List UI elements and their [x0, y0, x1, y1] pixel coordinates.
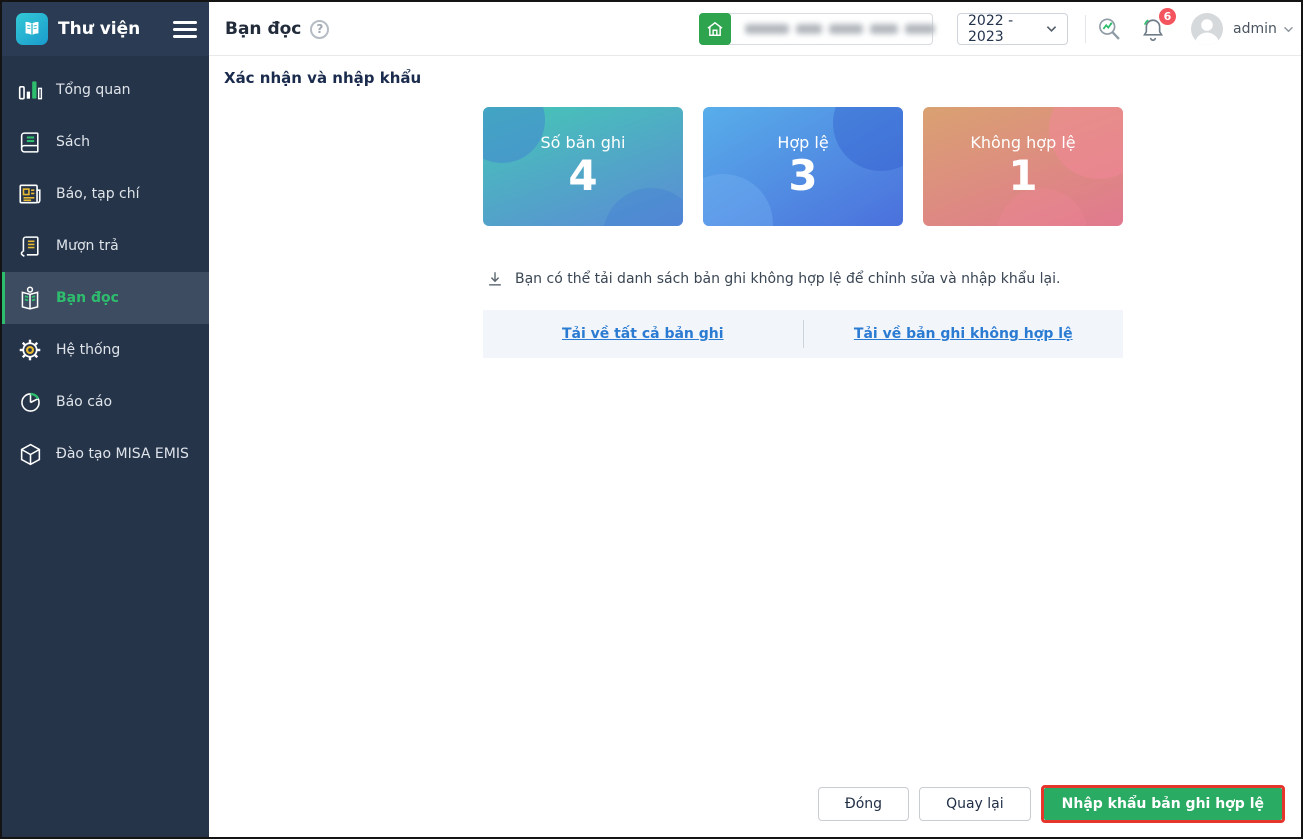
back-button[interactable]: Quay lại [919, 787, 1031, 821]
topbar: Bạn đọc ? 2022 - 2023 6 admin [209, 2, 1301, 56]
gear-icon [16, 336, 44, 364]
school-house-icon [699, 13, 731, 45]
stat-card-total-records: Số bản ghi 4 [483, 107, 683, 226]
bar-chart-icon [16, 76, 44, 104]
page-title: Bạn đọc [225, 19, 302, 39]
school-selector[interactable] [699, 13, 935, 45]
stat-value: 1 [1008, 150, 1038, 200]
borrow-return-icon [16, 232, 44, 260]
stat-label: Số bản ghi [540, 132, 626, 152]
help-icon[interactable]: ? [310, 19, 330, 39]
school-year-dropdown[interactable]: 2022 - 2023 [957, 13, 1068, 45]
import-valid-records-button[interactable]: Nhập khẩu bản ghi hợp lệ [1043, 788, 1282, 820]
sidebar-item-label: Sách [56, 134, 91, 150]
main-content: Xác nhận và nhập khẩu Số bản ghi 4 Hợp l… [209, 56, 1301, 837]
close-button[interactable]: Đóng [817, 787, 910, 821]
sidebar-header: Thư viện [2, 2, 209, 56]
sidebar-item-dao-tao[interactable]: Đào tạo MISA EMIS [2, 428, 209, 480]
stat-cards: Số bản ghi 4 Hợp lệ 3 Không hợp lệ 1 [483, 107, 1123, 226]
user-menu[interactable]: admin [1233, 2, 1294, 56]
download-invalid-records-link[interactable]: Tải về bản ghi không hợp lệ [854, 326, 1073, 342]
stat-label: Không hợp lệ [970, 132, 1076, 152]
pie-chart-icon [16, 388, 44, 416]
stat-label: Hợp lệ [777, 132, 829, 152]
app-logo-book-icon [16, 13, 48, 45]
download-all-records-link[interactable]: Tải về tất cả bản ghi [562, 326, 724, 342]
chevron-down-icon [1046, 26, 1057, 32]
download-hint: Bạn có thể tải danh sách bản ghi không h… [486, 270, 1060, 288]
user-avatar[interactable] [1191, 13, 1223, 45]
search-analytics-icon[interactable] [1095, 15, 1123, 47]
footer-actions: Đóng Quay lại Nhập khẩu bản ghi hợp lệ [817, 785, 1285, 823]
download-links-box: Tải về tất cả bản ghi Tải về bản ghi khô… [483, 310, 1123, 358]
stat-value: 4 [568, 150, 598, 200]
section-title: Xác nhận và nhập khẩu [224, 69, 422, 87]
book-icon [16, 128, 44, 156]
reader-icon [16, 284, 44, 312]
sidebar-item-label: Báo cáo [56, 394, 113, 410]
sidebar-item-muon-tra[interactable]: Mượn trả [2, 220, 209, 272]
sidebar-item-sach[interactable]: Sách [2, 116, 209, 168]
sidebar-item-label: Báo, tạp chí [56, 186, 140, 202]
user-name: admin [1233, 21, 1277, 37]
header-divider [1085, 15, 1086, 43]
sidebar-item-label: Đào tạo MISA EMIS [56, 446, 189, 462]
sidebar-item-label: Mượn trả [56, 238, 119, 254]
cube-icon [16, 440, 44, 468]
download-icon [489, 272, 501, 286]
sidebar-item-bao-cao[interactable]: Báo cáo [2, 376, 209, 428]
school-year-value: 2022 - 2023 [968, 13, 1014, 45]
annotation-highlight-box: Nhập khẩu bản ghi hợp lệ [1040, 785, 1285, 823]
chevron-down-icon [1283, 26, 1293, 32]
download-hint-text: Bạn có thể tải danh sách bản ghi không h… [515, 271, 1061, 287]
notifications-bell-icon[interactable]: 6 [1139, 8, 1176, 47]
sidebar-item-ban-doc[interactable]: Bạn đọc [2, 272, 209, 324]
stat-value: 3 [788, 150, 818, 200]
sidebar-item-tong-quan[interactable]: Tổng quan [2, 64, 209, 116]
app-title: Thư viện [58, 19, 141, 39]
school-name-redacted [731, 24, 949, 34]
sidebar-item-he-thong[interactable]: Hệ thống [2, 324, 209, 376]
sidebar: Thư viện Tổng quan Sách Báo, tạp chí Mượ… [2, 2, 209, 837]
stat-card-invalid: Không hợp lệ 1 [923, 107, 1123, 226]
notification-badge: 6 [1159, 8, 1176, 25]
menu-toggle-icon[interactable] [173, 15, 197, 44]
stat-card-valid: Hợp lệ 3 [703, 107, 903, 226]
sidebar-item-label: Hệ thống [56, 342, 121, 358]
sidebar-menu: Tổng quan Sách Báo, tạp chí Mượn trả Bạn… [2, 56, 209, 480]
newspaper-icon [16, 180, 44, 208]
app-window: Thư viện Tổng quan Sách Báo, tạp chí Mượ… [0, 0, 1303, 839]
sidebar-item-label: Bạn đọc [56, 290, 119, 306]
sidebar-item-label: Tổng quan [56, 82, 131, 98]
sidebar-item-bao-tap-chi[interactable]: Báo, tạp chí [2, 168, 209, 220]
